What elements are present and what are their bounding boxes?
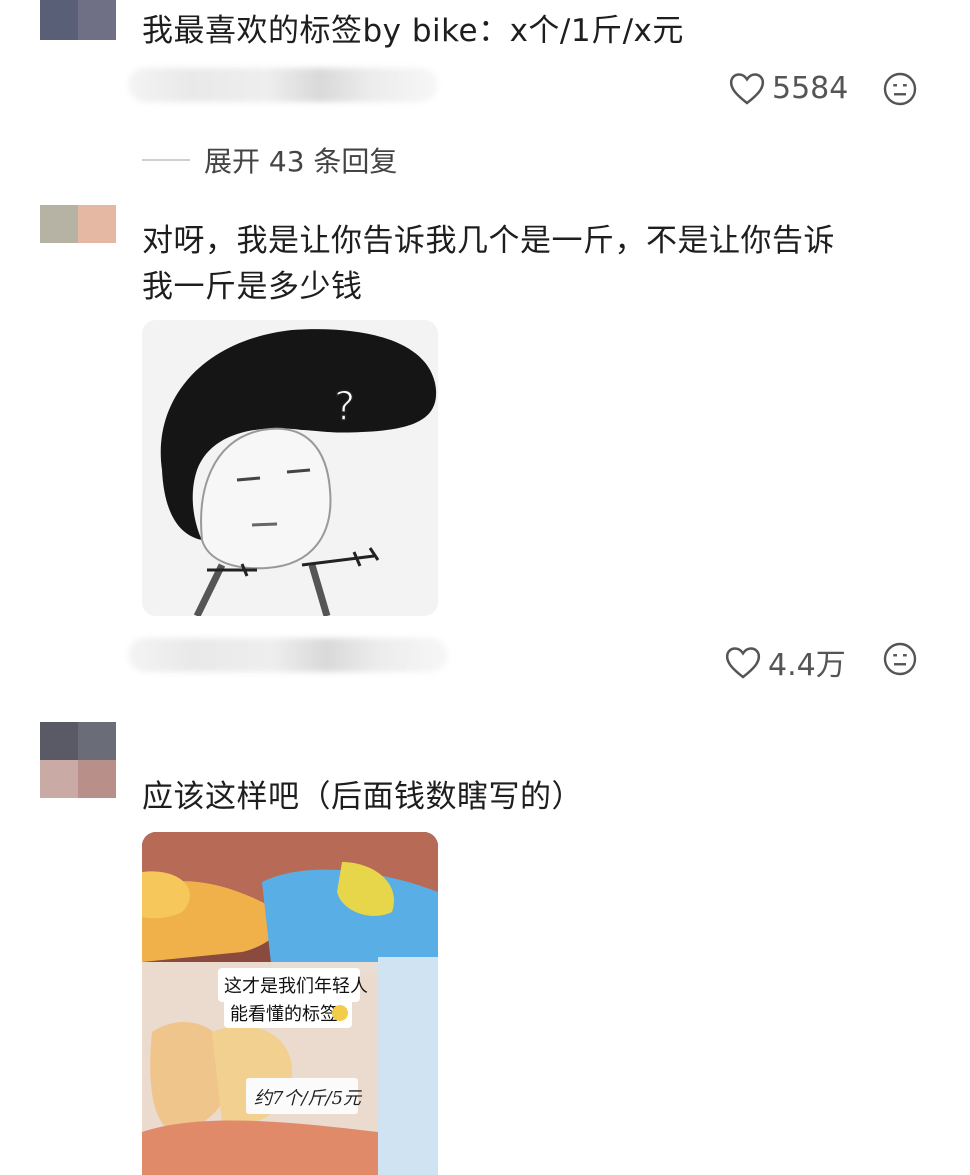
photo-caption-line: 这才是我们年轻人 bbox=[224, 976, 368, 997]
confused-meme-drawing: ? bbox=[142, 320, 438, 616]
meh-face-icon[interactable] bbox=[882, 641, 918, 677]
like-button[interactable]: 5584 bbox=[728, 70, 848, 106]
like-count: 5584 bbox=[772, 70, 849, 106]
meh-face-icon[interactable] bbox=[882, 71, 918, 107]
comment-text-line: 我一斤是多少钱 bbox=[142, 269, 363, 305]
snack-bin-photo: 这才是我们年轻人 能看懂的标签 约7个/斤/5元 bbox=[142, 832, 438, 1175]
price-label-text: 约7个/斤/5元 bbox=[254, 1088, 363, 1109]
divider bbox=[142, 159, 190, 161]
heart-outline-icon bbox=[729, 73, 765, 105]
meme-question-mark: ? bbox=[334, 384, 355, 430]
username-blurred[interactable] bbox=[128, 638, 448, 672]
meme-image[interactable]: ? bbox=[142, 320, 438, 616]
snack-photo[interactable]: 这才是我们年轻人 能看懂的标签 约7个/斤/5元 bbox=[142, 832, 438, 1175]
like-count: 4.4万 bbox=[768, 648, 846, 683]
username-blurred[interactable] bbox=[128, 68, 438, 102]
comment-text-line: 对呀，我是让你告诉我几个是一斤，不是让你告诉 bbox=[142, 223, 835, 259]
heart-outline-icon bbox=[725, 647, 761, 679]
like-button[interactable]: 4.4万 bbox=[724, 640, 846, 684]
avatar[interactable] bbox=[40, 205, 116, 243]
expand-replies-button[interactable]: 展开 43 条回复 bbox=[142, 140, 397, 180]
avatar[interactable] bbox=[40, 722, 116, 798]
comment-text: 对呀，我是让你告诉我几个是一斤，不是让你告诉 我一斤是多少钱 bbox=[142, 218, 835, 310]
comment-text: 我最喜欢的标签by bike：x个/1斤/x元 bbox=[142, 13, 684, 49]
expand-replies-label: 展开 43 条回复 bbox=[204, 145, 398, 178]
avatar[interactable] bbox=[40, 0, 116, 40]
comment-text: 应该这样吧（后面钱数瞎写的） bbox=[142, 779, 583, 815]
photo-caption-line: 能看懂的标签 bbox=[230, 1004, 338, 1025]
